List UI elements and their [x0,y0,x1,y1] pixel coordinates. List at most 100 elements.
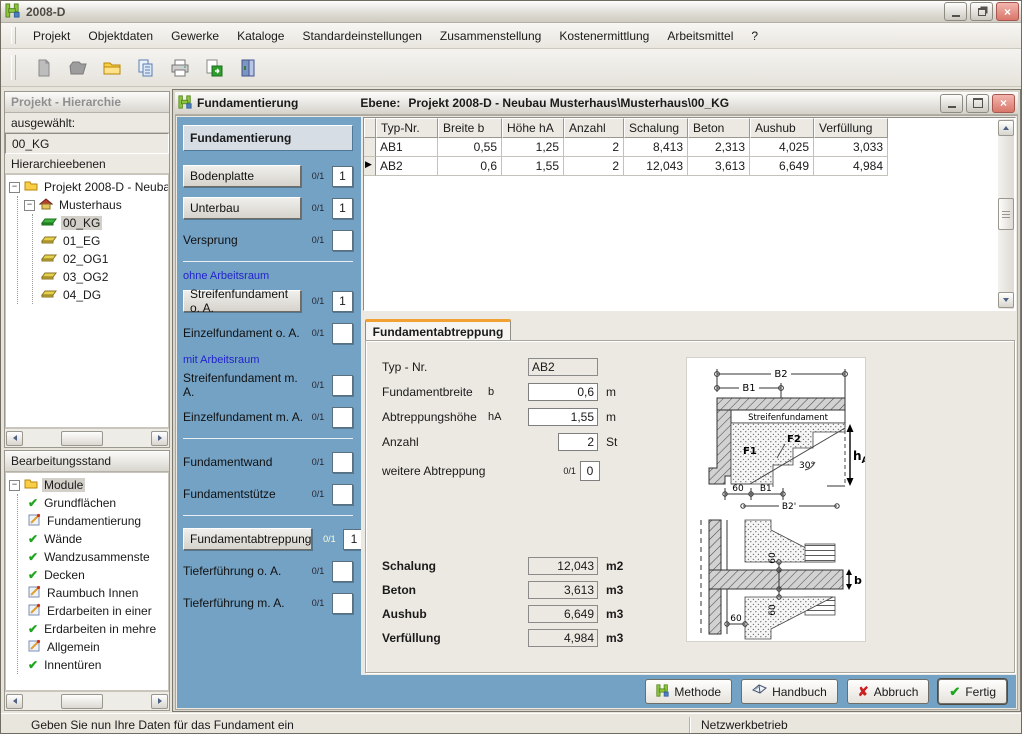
app-restore-button[interactable] [970,2,993,21]
weitere-abtreppung-input[interactable]: 0 [580,461,600,481]
count-field[interactable] [332,407,353,428]
abtreppungshoehe-input[interactable]: 1,55 [528,408,598,426]
fundamentbreite-input[interactable]: 0,6 [528,383,598,401]
tab-fundamentabtreppung[interactable]: Fundamentabtreppung [365,319,511,341]
abbruch-button[interactable]: ✘ Abbruch [847,679,930,704]
module-item[interactable]: ✔ Erdarbeiten in mehre [18,620,168,638]
scroll-left-icon[interactable] [6,694,23,709]
tree-node-building[interactable]: Musterhaus [18,196,168,214]
folder-open-icon[interactable] [98,54,126,82]
collapse-icon[interactable] [9,480,20,491]
table-cell[interactable]: 3,033 [814,138,888,157]
horizontal-scrollbar[interactable] [5,691,169,710]
scroll-left-icon[interactable] [6,431,23,446]
table-cell[interactable]: 4,984 [814,157,888,176]
tree-node-floor[interactable]: 01_EG [33,232,168,250]
count-field[interactable] [332,561,353,582]
tree-node-floor[interactable]: 02_OG1 [33,250,168,268]
tree-node-floor[interactable]: 00_KG [33,214,168,232]
column-header[interactable]: Schalung [624,118,688,138]
scroll-right-icon[interactable] [151,431,168,446]
tree-node-module-root[interactable]: Module [9,476,168,494]
row-selector-current[interactable] [364,157,376,176]
menu-objektdaten[interactable]: Objektdaten [79,26,162,46]
collapse-icon[interactable] [24,200,35,211]
sidebar-item-fundamentabtreppung[interactable]: Fundamentabtreppung 0/1 1 [183,528,353,550]
collapse-icon[interactable] [9,182,20,193]
module-item[interactable]: Allgemein [18,638,168,656]
scrollbar-thumb[interactable] [61,694,103,709]
anzahl-input[interactable]: 2 [558,433,598,451]
count-field[interactable]: 1 [343,529,361,550]
menu-kostenermittlung[interactable]: Kostenermittlung [550,26,658,46]
app-minimize-button[interactable] [944,2,967,21]
vertical-scrollbar[interactable] [998,119,1014,309]
window-maximize-button[interactable] [966,94,989,113]
menu-gewerke[interactable]: Gewerke [162,26,228,46]
column-header[interactable]: Breite b [438,118,502,138]
app-close-button[interactable]: × [996,2,1019,21]
window-minimize-button[interactable] [940,94,963,113]
horizontal-scrollbar[interactable] [5,428,169,447]
count-field[interactable]: 1 [332,291,353,312]
count-field[interactable] [332,593,353,614]
menu-arbeitsmittel[interactable]: Arbeitsmittel [658,26,742,46]
table-cell[interactable]: AB1 [376,138,438,157]
table-cell[interactable]: AB2 [376,157,438,176]
module-item[interactable]: Fundamentierung [18,512,168,530]
sidebar-item-tieferfuehrung-oa[interactable]: Tieferführung o. A. 0/1 [183,560,353,582]
sidebar-item-tieferfuehrung-ma[interactable]: Tieferführung m. A. 0/1 [183,592,353,614]
scrollbar-thumb[interactable] [998,198,1014,230]
tree-node-floor[interactable]: 03_OG2 [33,268,168,286]
count-field[interactable]: 1 [332,166,353,187]
module-item[interactable]: Erdarbeiten in einer [18,602,168,620]
menu-kataloge[interactable]: Kataloge [228,26,293,46]
table-cell[interactable]: 2 [564,157,624,176]
column-header[interactable]: Anzahl [564,118,624,138]
table-cell[interactable]: 12,043 [624,157,688,176]
module-item[interactable]: ✔ Grundflächen [18,494,168,512]
table-cell[interactable]: 8,413 [624,138,688,157]
table-cell[interactable]: 2 [564,138,624,157]
count-field[interactable] [332,375,353,396]
count-field[interactable] [332,230,353,251]
column-header[interactable]: Aushub [750,118,814,138]
menu-standardeinstellungen[interactable]: Standardeinstellungen [293,26,430,46]
tree-node-floor[interactable]: 04_DG [33,286,168,304]
menu-help[interactable]: ? [742,26,767,46]
sidebar-item-unterbau[interactable]: Unterbau 0/1 1 [183,197,353,219]
exit-door-icon[interactable] [234,54,262,82]
count-field[interactable] [332,323,353,344]
count-field[interactable] [332,484,353,505]
module-item[interactable]: ✔ Innentüren [18,656,168,674]
methode-button[interactable]: Methode [645,679,732,704]
module-item[interactable]: Raumbuch Innen [18,584,168,602]
table-cell[interactable]: 0,55 [438,138,502,157]
open-disabled-icon[interactable] [64,54,92,82]
scrollbar-thumb[interactable] [61,431,103,446]
scroll-down-icon[interactable] [998,292,1014,308]
table-cell[interactable]: 1,55 [502,157,564,176]
column-header[interactable]: Typ-Nr. [376,118,438,138]
count-field[interactable] [332,452,353,473]
column-header[interactable]: Beton [688,118,750,138]
column-header[interactable]: Verfüllung [814,118,888,138]
menu-projekt[interactable]: Projekt [24,26,79,46]
handbuch-button[interactable]: Handbuch [741,679,838,704]
copy-icon[interactable] [132,54,160,82]
sidebar-item-einzelfundament-ma[interactable]: Einzelfundament m. A. 0/1 [183,406,353,428]
sidebar-item-streifenfundament-oa[interactable]: Streifenfundament o. A. 0/1 1 [183,290,353,312]
column-header[interactable]: Höhe hA [502,118,564,138]
new-document-icon[interactable] [30,54,58,82]
table-cell[interactable]: 2,313 [688,138,750,157]
table-cell[interactable]: 1,25 [502,138,564,157]
count-field[interactable]: 1 [332,198,353,219]
sidebar-item-fundamentwand[interactable]: Fundamentwand 0/1 [183,451,353,473]
module-item[interactable]: ✔ Decken [18,566,168,584]
fertig-button[interactable]: ✔ Fertig [938,679,1007,704]
print-icon[interactable] [166,54,194,82]
sidebar-item-bodenplatte[interactable]: Bodenplatte 0/1 1 [183,165,353,187]
sidebar-item-fundamentstuetze[interactable]: Fundamentstütze 0/1 [183,483,353,505]
table-cell[interactable]: 4,025 [750,138,814,157]
menu-zusammenstellung[interactable]: Zusammenstellung [431,26,550,46]
